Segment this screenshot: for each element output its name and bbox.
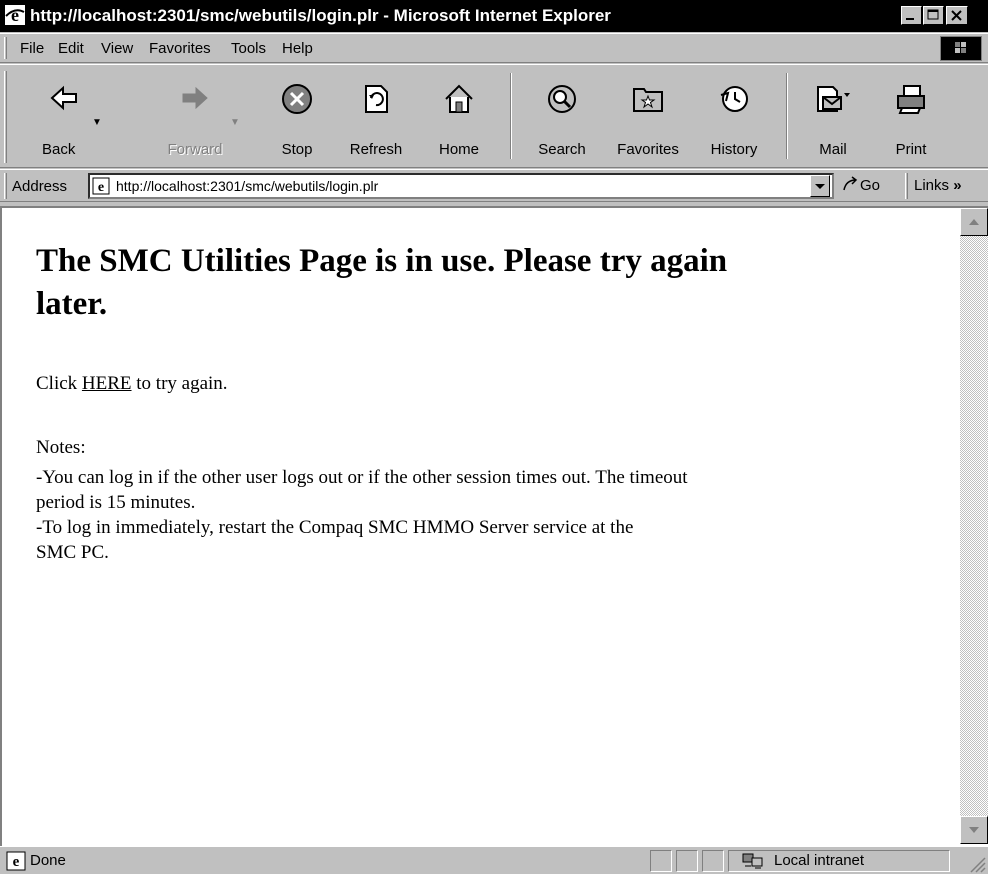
note2-line1: -To log in immediately, restart the Comp… — [36, 517, 634, 538]
status-bar: e Done Local intranet — [0, 846, 988, 874]
links-grip[interactable] — [905, 173, 908, 199]
toolbar-separator — [510, 73, 512, 159]
scroll-up-button[interactable] — [960, 208, 988, 236]
menu-favorites[interactable]: Favorites — [149, 40, 211, 57]
home-icon — [445, 84, 473, 113]
mail-label: Mail — [819, 141, 847, 158]
refresh-icon — [365, 85, 388, 113]
refresh-label: Refresh — [349, 141, 403, 158]
stop-label: Stop — [281, 141, 313, 158]
scroll-up-arrow-icon — [969, 219, 979, 225]
go-button[interactable]: Go — [842, 176, 880, 194]
page-viewport: The SMC Utilities Page is in use. Please… — [0, 206, 988, 846]
menu-tools[interactable]: Tools — [231, 40, 266, 57]
search-icon — [548, 85, 576, 113]
back-button[interactable]: ▼ Back — [14, 71, 114, 163]
toolbar-grip[interactable] — [4, 71, 7, 163]
stop-button[interactable]: Stop — [262, 71, 332, 163]
notes-title: Notes: — [36, 437, 86, 458]
standard-toolbar: ▼ Back ▼ Forward Stop Refresh Home Searc… — [0, 64, 988, 168]
favorites-label: Favorites — [617, 141, 679, 158]
retry-paragraph: Click HERE to try again. — [36, 372, 228, 396]
ie-logo-icon: e — [5, 5, 25, 25]
favorites-folder-icon — [633, 88, 663, 112]
page-heading: The SMC Utilities Page is in use. Please… — [36, 243, 728, 322]
ie-page-icon: e — [92, 177, 110, 195]
menu-help[interactable]: Help — [282, 40, 313, 57]
ie-page-icon: e — [6, 851, 26, 871]
close-icon — [951, 10, 962, 21]
menu-edit[interactable]: Edit — [58, 40, 84, 57]
go-label: Go — [860, 177, 881, 194]
print-label: Print — [895, 141, 927, 158]
svg-text:e: e — [98, 180, 104, 195]
retry-suffix: to try again. — [136, 373, 228, 394]
history-button[interactable]: History — [696, 71, 772, 163]
menu-bar-grip[interactable] — [4, 37, 7, 59]
status-panel — [676, 850, 698, 872]
address-bar: Address e http://localhost:2301/smc/webu… — [0, 169, 988, 202]
home-label: Home — [438, 141, 479, 158]
maximize-button[interactable] — [923, 6, 944, 25]
window-title: http://localhost:2301/smc/webutils/login… — [30, 6, 611, 25]
windows-flag-icon — [955, 42, 966, 53]
search-button[interactable]: Search — [522, 71, 602, 163]
menu-bar: File Edit View Favorites Tools Help — [0, 33, 988, 63]
note2-line2: SMC PC. — [36, 542, 109, 563]
svg-text:e: e — [13, 854, 20, 870]
toolbar-separator — [786, 73, 788, 159]
address-url: http://localhost:2301/smc/webutils/login… — [116, 178, 379, 194]
address-dropdown-button[interactable] — [810, 175, 830, 197]
refresh-button[interactable]: Refresh — [336, 71, 416, 163]
status-panel — [650, 850, 672, 872]
address-input[interactable]: e http://localhost:2301/smc/webutils/log… — [88, 173, 834, 199]
forward-button[interactable]: ▼ Forward — [140, 71, 250, 163]
history-icon — [720, 86, 748, 112]
menu-file[interactable]: File — [20, 40, 44, 57]
forward-label: Forward — [167, 141, 223, 158]
resize-grip-icon[interactable] — [966, 853, 986, 873]
here-link[interactable]: HERE — [82, 373, 132, 394]
status-text: Done — [30, 852, 66, 869]
address-bar-grip[interactable] — [4, 173, 7, 199]
vertical-scrollbar[interactable] — [960, 208, 988, 844]
close-button[interactable] — [946, 6, 968, 25]
menu-view[interactable]: View — [101, 40, 133, 57]
links-label: Links — [914, 177, 950, 194]
printer-icon — [897, 85, 925, 114]
chevron-down-icon — [815, 184, 825, 189]
minimize-button[interactable] — [901, 6, 922, 25]
forward-arrow-icon — [182, 86, 208, 110]
home-button[interactable]: Home — [424, 71, 494, 163]
chevron-right-double-icon: » — [953, 177, 962, 194]
browser-window: e http://localhost:2301/smc/webutils/log… — [0, 0, 988, 874]
favorites-button[interactable]: Favorites — [604, 71, 692, 163]
print-button[interactable]: Print — [876, 71, 946, 163]
links-button[interactable]: Links » — [914, 177, 962, 194]
mail-icon — [817, 86, 850, 112]
stop-icon — [282, 84, 312, 114]
mail-button[interactable]: Mail — [798, 71, 868, 163]
scroll-down-arrow-icon — [969, 827, 979, 833]
back-arrow-icon — [50, 85, 77, 111]
svg-text:e: e — [11, 5, 19, 25]
address-label: Address — [12, 178, 68, 195]
forward-dropdown-arrow-icon[interactable]: ▼ — [230, 117, 240, 128]
zone-text: Local intranet — [774, 852, 865, 869]
back-dropdown-arrow-icon[interactable]: ▼ — [92, 117, 102, 128]
note1-line2: period is 15 minutes. — [36, 492, 196, 513]
go-arrow-icon — [843, 176, 858, 191]
search-label: Search — [538, 141, 586, 158]
title-bar: e http://localhost:2301/smc/webutils/log… — [0, 0, 988, 32]
history-label: History — [710, 141, 758, 158]
status-panel — [702, 850, 724, 872]
minimize-icon — [906, 18, 914, 20]
windows-logo-throbber — [940, 36, 982, 61]
note1-line1: -You can log in if the other user logs o… — [36, 467, 688, 488]
back-label: Back — [42, 141, 76, 158]
maximize-icon — [927, 9, 939, 20]
local-intranet-icon — [742, 853, 763, 869]
scroll-down-button[interactable] — [960, 816, 988, 844]
retry-prefix: Click — [36, 373, 78, 394]
